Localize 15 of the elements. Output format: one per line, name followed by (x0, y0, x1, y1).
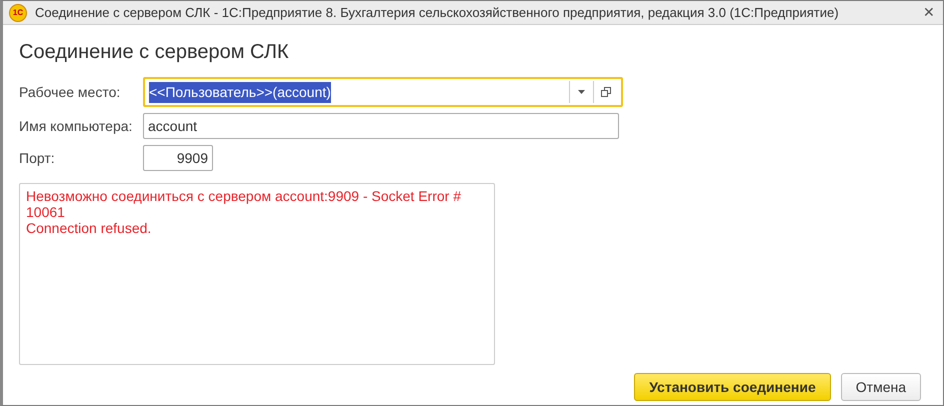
form-title: Соединение с сервером СЛК (19, 40, 290, 65)
app-logo: 1С (9, 4, 27, 22)
combo-field[interactable]: <<Пользователь>>(account) (143, 77, 623, 107)
close-button[interactable]: ✕ (923, 2, 935, 23)
field-label: Имя компьютера: (19, 116, 134, 136)
message-box: Невозможно соединиться с сервером account:9909 - Socket Error # 10061 Connection refused. (19, 183, 495, 365)
input-field[interactable]: account (143, 113, 619, 139)
input-field[interactable]: 9909 (143, 145, 213, 171)
cancel-button[interactable]: Отмена (840, 373, 921, 401)
connect-button[interactable]: Установить соединение (634, 373, 831, 401)
windows-icon (600, 87, 610, 97)
caret-icon (578, 90, 585, 94)
field-label: Порт: (19, 148, 56, 168)
field-label: Рабочее место: (19, 82, 122, 102)
window-title: Соединение с сервером СЛК - 1С:Предприятие 8. Бухгалтерия сельскохозяйственного предприятия, редакция 3.0 (1С:Предприятие) (35, 4, 840, 22)
